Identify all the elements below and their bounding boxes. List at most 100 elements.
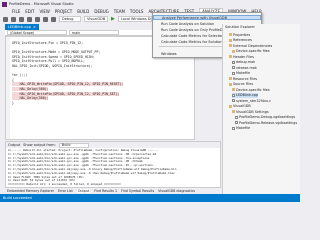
solution-item[interactable]: Resource Files: [229, 76, 257, 81]
file-icon: [232, 71, 235, 75]
tab-output[interactable]: Output: [76, 189, 91, 193]
save-icon[interactable]: [35, 16, 40, 22]
solution-item-label: release.mak: [236, 65, 257, 70]
solution-item[interactable]: debug.mak: [232, 60, 255, 65]
solution-item[interactable]: system_stm32f4xx.c: [232, 98, 271, 103]
analyze-menu-item[interactable]: Analyze Performance with VisualGDB: [153, 15, 261, 20]
solution-item-label: Makefile: [236, 126, 251, 130]
menu-team[interactable]: TEAM: [114, 9, 125, 14]
tab-find-symbol-results[interactable]: Find Symbol Results: [121, 189, 154, 193]
solution-item[interactable]: ProfileDemo-Release.vgdbsettings: [235, 120, 297, 125]
output-source-select[interactable]: Build: [58, 142, 89, 148]
code-line[interactable]: GPIO_InitStructure.Pull = GPIO_NOPULL;: [12, 59, 85, 63]
code-line[interactable]: }: [12, 101, 14, 105]
open-icon[interactable]: [27, 16, 32, 22]
file-icon: [235, 115, 238, 119]
menu-debug[interactable]: DEBUG: [94, 9, 108, 14]
output-window: Output Show output from: Build 1>------ …: [5, 141, 221, 188]
folder-icon: [229, 55, 232, 58]
solution-item[interactable]: release.mak: [232, 65, 257, 70]
solution-item[interactable]: ProfileDemo-Debug.vgdbsettings: [235, 115, 295, 120]
code-line[interactable]: HAL_GPIO_WritePin(GPIOD, GPIO_PIN_12, GP…: [12, 82, 124, 87]
solution-item-label: system_stm32f4xx.c: [236, 98, 271, 103]
back-icon[interactable]: [3, 16, 8, 22]
solution-item[interactable]: VisualGDB Settings: [232, 109, 269, 114]
status-text: Build succeeded: [3, 196, 32, 200]
solution-item-label: Device-specific files: [236, 49, 270, 53]
solution-item[interactable]: Device-specific files: [232, 87, 270, 92]
solution-item-label: debug.mak: [236, 60, 256, 64]
tab-find-results-1[interactable]: Find Results 1: [94, 189, 117, 193]
tab-embedded-memory-explorer[interactable]: Embedded Memory Explorer: [7, 189, 54, 193]
redo-icon[interactable]: [51, 16, 56, 22]
solution-item-label: Properties: [233, 32, 251, 37]
solution-explorer-header: Solution Explorer: [225, 25, 255, 29]
tab-error-list[interactable]: Error List: [58, 189, 73, 193]
menu-tools[interactable]: TOOLS: [130, 9, 144, 14]
output-title: Output: [8, 143, 21, 147]
undo-icon[interactable]: [43, 16, 48, 22]
solution-item-label: Device-specific files: [236, 87, 270, 92]
solution-config-select[interactable]: Debug: [59, 16, 81, 22]
code-line[interactable]: for (;;): [12, 73, 27, 77]
solution-item-label: ProfileDemo-Debug.vgdbsettings: [239, 115, 296, 119]
code-line[interactable]: {: [12, 78, 14, 82]
folder-icon: [229, 38, 232, 42]
menu-edit[interactable]: EDIT: [25, 9, 34, 14]
solution-item[interactable]: VisualGDB: [229, 104, 251, 109]
file-icon: [232, 93, 235, 97]
solution-item[interactable]: Makefile: [232, 71, 250, 76]
code-line[interactable]: HAL_GPIO_WritePin(GPIOD, GPIO_PIN_12, GP…: [12, 91, 120, 96]
code-line[interactable]: HAL_GPIO_Init(GPIOD, &GPIO_InitStructure…: [12, 64, 93, 68]
folder-icon: [229, 33, 232, 36]
file-icon: [232, 126, 235, 130]
code-line[interactable]: GPIO_InitStructure.Pin = GPIO_PIN_12;: [12, 41, 83, 45]
solution-item[interactable]: External Dependencies: [229, 43, 272, 48]
folder-icon: [229, 77, 232, 80]
window-title: ProfileDemo - Microsoft Visual Studio: [9, 2, 74, 6]
code-line[interactable]: GPIO_InitStructure.Speed = GPIO_SPEED_HI…: [12, 55, 95, 59]
solution-item[interactable]: Makefile: [232, 126, 250, 131]
solution-item[interactable]: Device-specific files: [232, 49, 270, 54]
folder-icon: [232, 49, 235, 53]
new-project-icon[interactable]: [19, 16, 24, 22]
vs-logo-icon: [2, 1, 7, 7]
editor-gutter[interactable]: [6, 37, 10, 139]
output-line: ========== Rebuild All: 1 succeeded, 0 f…: [8, 182, 121, 187]
menu-view[interactable]: VIEW: [39, 9, 49, 14]
folder-icon: [229, 44, 232, 47]
solution-item-label: References: [233, 38, 252, 42]
folder-icon: [232, 110, 235, 113]
solution-item-label: External Dependencies: [233, 43, 273, 48]
forward-icon[interactable]: [11, 16, 16, 22]
solution-item-label: Resource Files: [233, 76, 258, 81]
member-select[interactable]: main: [69, 30, 119, 35]
tab-visualgdb-diagnostics[interactable]: VisualGDB diagnostics: [158, 189, 195, 193]
platform-select[interactable]: VisualGDB: [84, 16, 108, 22]
solution-explorer: Solution Explorer Properties References Ex…: [222, 24, 300, 194]
status-bar: Build succeeded: [0, 194, 300, 202]
menu-file[interactable]: FILE: [12, 9, 20, 14]
solution-item-label: LEDBlink.cpp: [236, 93, 259, 97]
start-icon[interactable]: ▶: [111, 16, 115, 22]
solution-item-label: Source Files: [233, 82, 254, 86]
menu-project[interactable]: PROJECT: [55, 9, 72, 14]
folder-icon: [229, 104, 232, 108]
file-icon: [232, 66, 235, 69]
solution-item[interactable]: Header Files: [229, 54, 254, 59]
code-line[interactable]: HAL_Delay(500);: [12, 87, 49, 91]
debugger-select[interactable]: Local Windows Debugger: [117, 16, 152, 22]
code-line[interactable]: GPIO_InitStructure.Mode = GPIO_MODE_OUTP…: [12, 50, 100, 54]
menu-build[interactable]: BUILD: [77, 9, 89, 14]
solution-item[interactable]: LEDBlink.cpp: [232, 92, 259, 98]
show-output-label: Show output from:: [23, 143, 56, 147]
close-icon[interactable]: ×: [33, 25, 36, 29]
file-icon: [232, 60, 235, 64]
scope-select[interactable]: (Global Scope): [7, 30, 67, 35]
file-icon: [235, 121, 238, 124]
solution-item[interactable]: Properties: [229, 32, 250, 37]
code-line[interactable]: HAL_Delay(500);: [12, 96, 49, 101]
solution-item[interactable]: Source Files: [229, 82, 253, 87]
solution-item[interactable]: References: [229, 38, 252, 43]
title-bar: ProfileDemo - Microsoft Visual Studio: [0, 0, 300, 8]
